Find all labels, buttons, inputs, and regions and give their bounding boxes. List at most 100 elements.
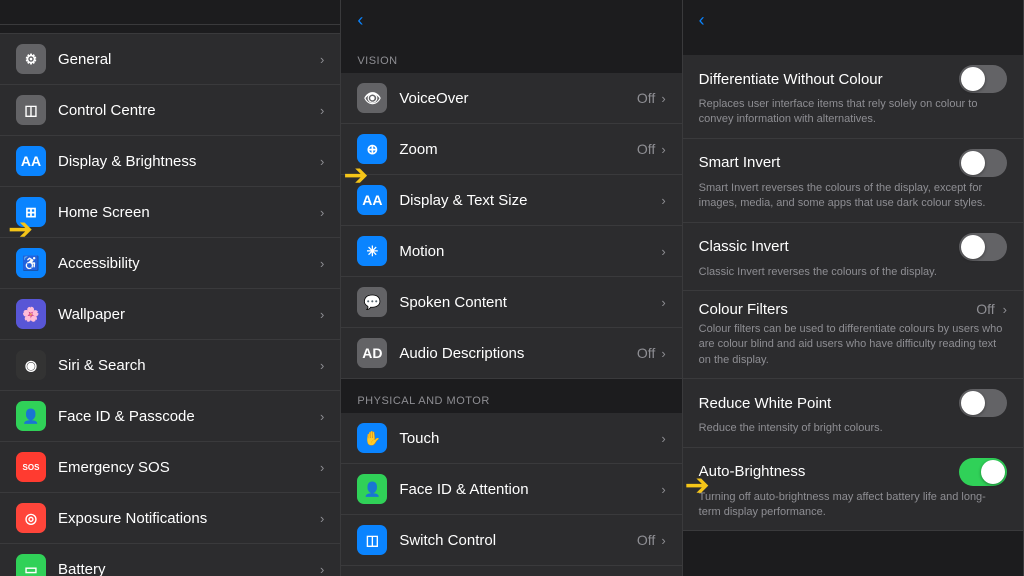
section-label-physical-and-motor: PHYSICAL AND MOTOR [341, 379, 681, 413]
label-emergency-sos: Emergency SOS [58, 459, 320, 476]
value-zoom: Off [637, 141, 655, 157]
back-chevron-icon: ‹ [357, 10, 363, 31]
toggle-row-reduce-white-point: Reduce White Point Reduce the intensity … [683, 379, 1023, 447]
toggle-row-smart-invert: Smart Invert Smart Invert reverses the c… [683, 139, 1023, 223]
toggle-desc-differentiate-without-colour: Replaces user interface items that rely … [699, 97, 1007, 128]
label-touch: Touch [399, 430, 661, 447]
settings-item-voiceover[interactable]: 👁 VoiceOver Off › [341, 73, 681, 124]
toggle-switch-smart-invert[interactable] [959, 149, 1007, 177]
chevron-icon: › [320, 154, 324, 169]
toggle-desc-auto-brightness: Turning off auto-brightness may affect b… [699, 490, 1007, 521]
accessibility-panel: ‹ VISION 👁 VoiceOver Off › ⊕ Zoom Off [341, 0, 682, 576]
toggle-switch-auto-brightness[interactable] [959, 458, 1007, 486]
settings-item-spoken-content[interactable]: 💬 Spoken Content › [341, 277, 681, 328]
chevron-icon: › [320, 205, 324, 220]
settings-item-touch[interactable]: ✋ Touch › [341, 413, 681, 464]
label-face-id-passcode: Face ID & Passcode [58, 408, 320, 425]
settings-item-motion[interactable]: ✳ Motion › [341, 226, 681, 277]
settings-main-group: ⚙ General › ◫ Control Centre › AA Displa… [0, 33, 340, 576]
toggle-knob-differentiate-without-colour [961, 67, 985, 91]
display-text-size-panel: ‹ Differentiate Without Colour Replaces … [683, 0, 1024, 576]
icon-audio-descriptions: AD [357, 338, 387, 368]
settings-item-battery[interactable]: ▭ Battery › [0, 544, 340, 576]
toggle-switch-differentiate-without-colour[interactable] [959, 65, 1007, 93]
settings-item-face-id-attention[interactable]: 👤 Face ID & Attention › [341, 464, 681, 515]
toggle-switch-classic-invert[interactable] [959, 233, 1007, 261]
settings-item-control-centre[interactable]: ◫ Control Centre › [0, 85, 340, 136]
settings-item-general[interactable]: ⚙ General › [0, 33, 340, 85]
label-face-id-attention: Face ID & Attention [399, 481, 661, 498]
icon-battery: ▭ [16, 554, 46, 576]
settings-item-display-text-size[interactable]: AA Display & Text Size › [341, 175, 681, 226]
chevron-icon: › [1003, 302, 1007, 317]
toggle-desc-colour-filters: Colour filters can be used to differenti… [699, 322, 1007, 368]
chevron-icon: › [661, 482, 665, 497]
settings-header [0, 0, 340, 25]
label-audio-descriptions: Audio Descriptions [399, 345, 637, 362]
accessibility-header: ‹ [341, 0, 681, 39]
settings-item-wallpaper[interactable]: 🌸 Wallpaper › [0, 289, 340, 340]
icon-display-text-size: AA [357, 185, 387, 215]
label-battery: Battery [58, 561, 320, 576]
settings-item-home-screen[interactable]: ⊞ Home Screen › [0, 187, 340, 238]
settings-item-accessibility[interactable]: ♿ Accessibility › [0, 238, 340, 289]
settings-item-zoom[interactable]: ⊕ Zoom Off › [341, 124, 681, 175]
toggle-row-colour-filters: Colour Filters Off › Colour filters can … [683, 291, 1023, 379]
toggle-value-colour-filters: Off [976, 301, 994, 317]
toggle-desc-smart-invert: Smart Invert reverses the colours of the… [699, 181, 1007, 212]
chevron-icon: › [661, 346, 665, 361]
toggle-desc-reduce-white-point: Reduce the intensity of bright colours. [699, 421, 1007, 436]
toggle-knob-reduce-white-point [961, 391, 985, 415]
chevron-icon: › [320, 103, 324, 118]
chevron-icon: › [320, 256, 324, 271]
chevron-icon: › [661, 142, 665, 157]
settings-item-voice-control[interactable]: 🎙 Voice Control Off › [341, 566, 681, 576]
icon-display-brightness: AA [16, 146, 46, 176]
toggle-row-differentiate-without-colour: Differentiate Without Colour Replaces us… [683, 55, 1023, 139]
label-siri-search: Siri & Search [58, 357, 320, 374]
value-audio-descriptions: Off [637, 345, 655, 361]
icon-voiceover: 👁 [357, 83, 387, 113]
label-home-screen: Home Screen [58, 204, 320, 221]
label-zoom: Zoom [399, 141, 637, 158]
section-label-vision: VISION [341, 39, 681, 73]
accessibility-list: VISION 👁 VoiceOver Off › ⊕ Zoom Off › [341, 39, 681, 576]
toggle-title-classic-invert: Classic Invert [699, 238, 959, 255]
panel3-toggles: Differentiate Without Colour Replaces us… [683, 55, 1023, 576]
settings-item-exposure-notifications[interactable]: ◎ Exposure Notifications › [0, 493, 340, 544]
toggle-title-reduce-white-point: Reduce White Point [699, 395, 959, 412]
toggle-knob-auto-brightness [981, 460, 1005, 484]
settings-item-face-id-passcode[interactable]: 👤 Face ID & Passcode › [0, 391, 340, 442]
label-motion: Motion [399, 243, 661, 260]
settings-list: ⚙ General › ◫ Control Centre › AA Displa… [0, 25, 340, 576]
settings-panel: ⚙ General › ◫ Control Centre › AA Displa… [0, 0, 341, 576]
toggle-switch-reduce-white-point[interactable] [959, 389, 1007, 417]
icon-face-id-passcode: 👤 [16, 401, 46, 431]
icon-exposure-notifications: ◎ [16, 503, 46, 533]
chevron-icon: › [320, 358, 324, 373]
chevron-icon: › [661, 295, 665, 310]
icon-general: ⚙ [16, 44, 46, 74]
icon-accessibility: ♿ [16, 248, 46, 278]
label-control-centre: Control Centre [58, 102, 320, 119]
icon-face-id-attention: 👤 [357, 474, 387, 504]
settings-item-display-brightness[interactable]: AA Display & Brightness › [0, 136, 340, 187]
icon-switch-control: ◫ [357, 525, 387, 555]
settings-item-audio-descriptions[interactable]: AD Audio Descriptions Off › [341, 328, 681, 379]
icon-zoom: ⊕ [357, 134, 387, 164]
chevron-icon: › [320, 562, 324, 576]
chevron-icon: › [661, 244, 665, 259]
icon-wallpaper: 🌸 [16, 299, 46, 329]
settings-item-siri-search[interactable]: ◉ Siri & Search › [0, 340, 340, 391]
settings-item-switch-control[interactable]: ◫ Switch Control Off › [341, 515, 681, 566]
label-general: General [58, 51, 320, 68]
label-spoken-content: Spoken Content [399, 294, 661, 311]
chevron-icon: › [320, 511, 324, 526]
label-display-text-size: Display & Text Size [399, 192, 661, 209]
icon-emergency-sos: SOS [16, 452, 46, 482]
icon-motion: ✳ [357, 236, 387, 266]
chevron-icon: › [320, 307, 324, 322]
icon-home-screen: ⊞ [16, 197, 46, 227]
chevron-icon: › [320, 52, 324, 67]
settings-item-emergency-sos[interactable]: SOS Emergency SOS › [0, 442, 340, 493]
